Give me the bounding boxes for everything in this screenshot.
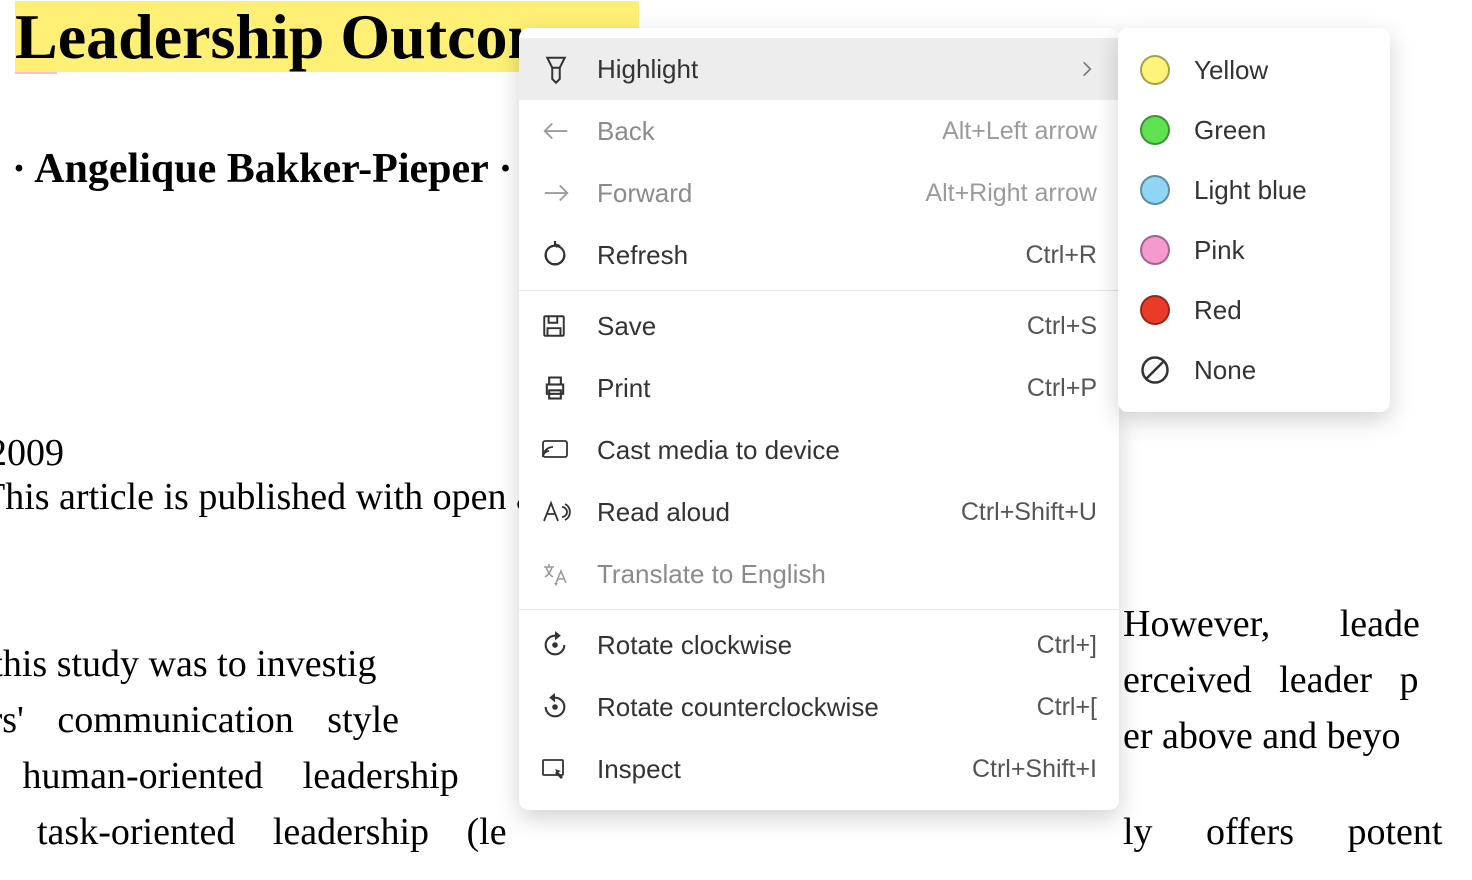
translate-icon xyxy=(541,561,589,587)
highlight-color-submenu: Yellow Green Light blue Pink Red None xyxy=(1118,28,1390,412)
color-swatch-icon xyxy=(1140,295,1170,325)
color-label: Light blue xyxy=(1194,175,1307,206)
print-icon xyxy=(541,374,589,402)
author-line: · Angelique Bakker-Pieper · xyxy=(12,145,513,193)
refresh-icon xyxy=(541,241,589,269)
menu-read-aloud[interactable]: Read aloud Ctrl+Shift+U xyxy=(519,481,1119,543)
menu-label: Inspect xyxy=(589,754,972,785)
color-swatch-icon xyxy=(1140,115,1170,145)
menu-forward: Forward Alt+Right arrow xyxy=(519,162,1119,224)
menu-shortcut: Ctrl+S xyxy=(1027,312,1097,341)
chevron-right-icon xyxy=(1077,59,1097,79)
menu-rotate-counterclockwise[interactable]: Rotate counterclockwise Ctrl+[ xyxy=(519,676,1119,738)
publication-date-partial: ber 2009 xyxy=(0,431,64,475)
inspect-icon xyxy=(541,757,589,781)
abstract-text-line: ip, human-oriented leadership xyxy=(0,748,459,804)
color-swatch-icon xyxy=(1140,235,1170,265)
highlight-color-pink[interactable]: Pink xyxy=(1118,220,1390,280)
cast-icon xyxy=(541,438,589,462)
color-label: Green xyxy=(1194,115,1266,146)
abstract-text-line: eaders' communication style xyxy=(0,692,399,748)
menu-shortcut: Alt+Left arrow xyxy=(942,117,1097,146)
abstract-text-line: , task-oriented leadership (le xyxy=(0,804,507,860)
menu-save[interactable]: Save Ctrl+S xyxy=(519,295,1119,357)
menu-label: Print xyxy=(589,373,1027,404)
menu-shortcut: Ctrl+Shift+I xyxy=(972,755,1097,784)
menu-label: Back xyxy=(589,116,942,147)
arrow-left-icon xyxy=(541,119,589,143)
color-label: Pink xyxy=(1194,235,1245,266)
menu-label: Translate to English xyxy=(589,559,1097,590)
open-access-partial: This article is published with open a xyxy=(0,475,533,519)
rotate-ccw-icon xyxy=(541,693,589,721)
none-icon xyxy=(1140,355,1170,385)
save-icon xyxy=(541,313,589,339)
menu-label: Highlight xyxy=(589,54,1077,85)
menu-separator xyxy=(519,609,1119,610)
menu-rotate-clockwise[interactable]: Rotate clockwise Ctrl+] xyxy=(519,614,1119,676)
menu-highlight[interactable]: Highlight xyxy=(519,38,1119,100)
color-swatch-icon xyxy=(1140,55,1170,85)
abstract-text-line: ly offers potent xyxy=(1123,804,1442,860)
abstract-text-line: se of this study was to investig xyxy=(0,636,377,692)
abstract-text-line: er above and beyo xyxy=(1123,708,1401,764)
highlight-color-none[interactable]: None xyxy=(1118,340,1390,400)
menu-shortcut: Ctrl+R xyxy=(1025,241,1097,270)
menu-label: Refresh xyxy=(589,240,1025,271)
abstract-text-line: However, leade xyxy=(1123,596,1420,652)
menu-label: Read aloud xyxy=(589,497,961,528)
highlight-color-red[interactable]: Red xyxy=(1118,280,1390,340)
menu-back: Back Alt+Left arrow xyxy=(519,100,1119,162)
highlight-color-green[interactable]: Green xyxy=(1118,100,1390,160)
menu-label: Rotate counterclockwise xyxy=(589,692,1037,723)
menu-separator xyxy=(519,290,1119,291)
menu-label: Save xyxy=(589,311,1027,342)
menu-shortcut: Ctrl+Shift+U xyxy=(961,498,1097,527)
menu-refresh[interactable]: Refresh Ctrl+R xyxy=(519,224,1119,286)
context-menu: Highlight Back Alt+Left arrow Forward Al… xyxy=(519,28,1119,810)
highlight-color-yellow[interactable]: Yellow xyxy=(1118,40,1390,100)
highlighter-icon xyxy=(541,54,589,84)
menu-translate: Translate to English xyxy=(519,543,1119,605)
menu-label: Rotate clockwise xyxy=(589,630,1037,661)
color-label: Red xyxy=(1194,295,1242,326)
arrow-right-icon xyxy=(541,181,589,205)
menu-shortcut: Ctrl+[ xyxy=(1037,693,1097,722)
rotate-cw-icon xyxy=(541,631,589,659)
read-aloud-icon xyxy=(541,499,589,525)
abstract-text-line: erceived leader p xyxy=(1123,652,1419,708)
highlight-color-lightblue[interactable]: Light blue xyxy=(1118,160,1390,220)
menu-print[interactable]: Print Ctrl+P xyxy=(519,357,1119,419)
color-label: Yellow xyxy=(1194,55,1268,86)
menu-shortcut: Ctrl+P xyxy=(1027,374,1097,403)
color-label: None xyxy=(1194,355,1256,386)
menu-label: Forward xyxy=(589,178,925,209)
menu-shortcut: Ctrl+] xyxy=(1037,631,1097,660)
menu-label: Cast media to device xyxy=(589,435,1097,466)
menu-inspect[interactable]: Inspect Ctrl+Shift+I xyxy=(519,738,1119,800)
color-swatch-icon xyxy=(1140,175,1170,205)
menu-cast[interactable]: Cast media to device xyxy=(519,419,1119,481)
menu-shortcut: Alt+Right arrow xyxy=(925,179,1097,208)
